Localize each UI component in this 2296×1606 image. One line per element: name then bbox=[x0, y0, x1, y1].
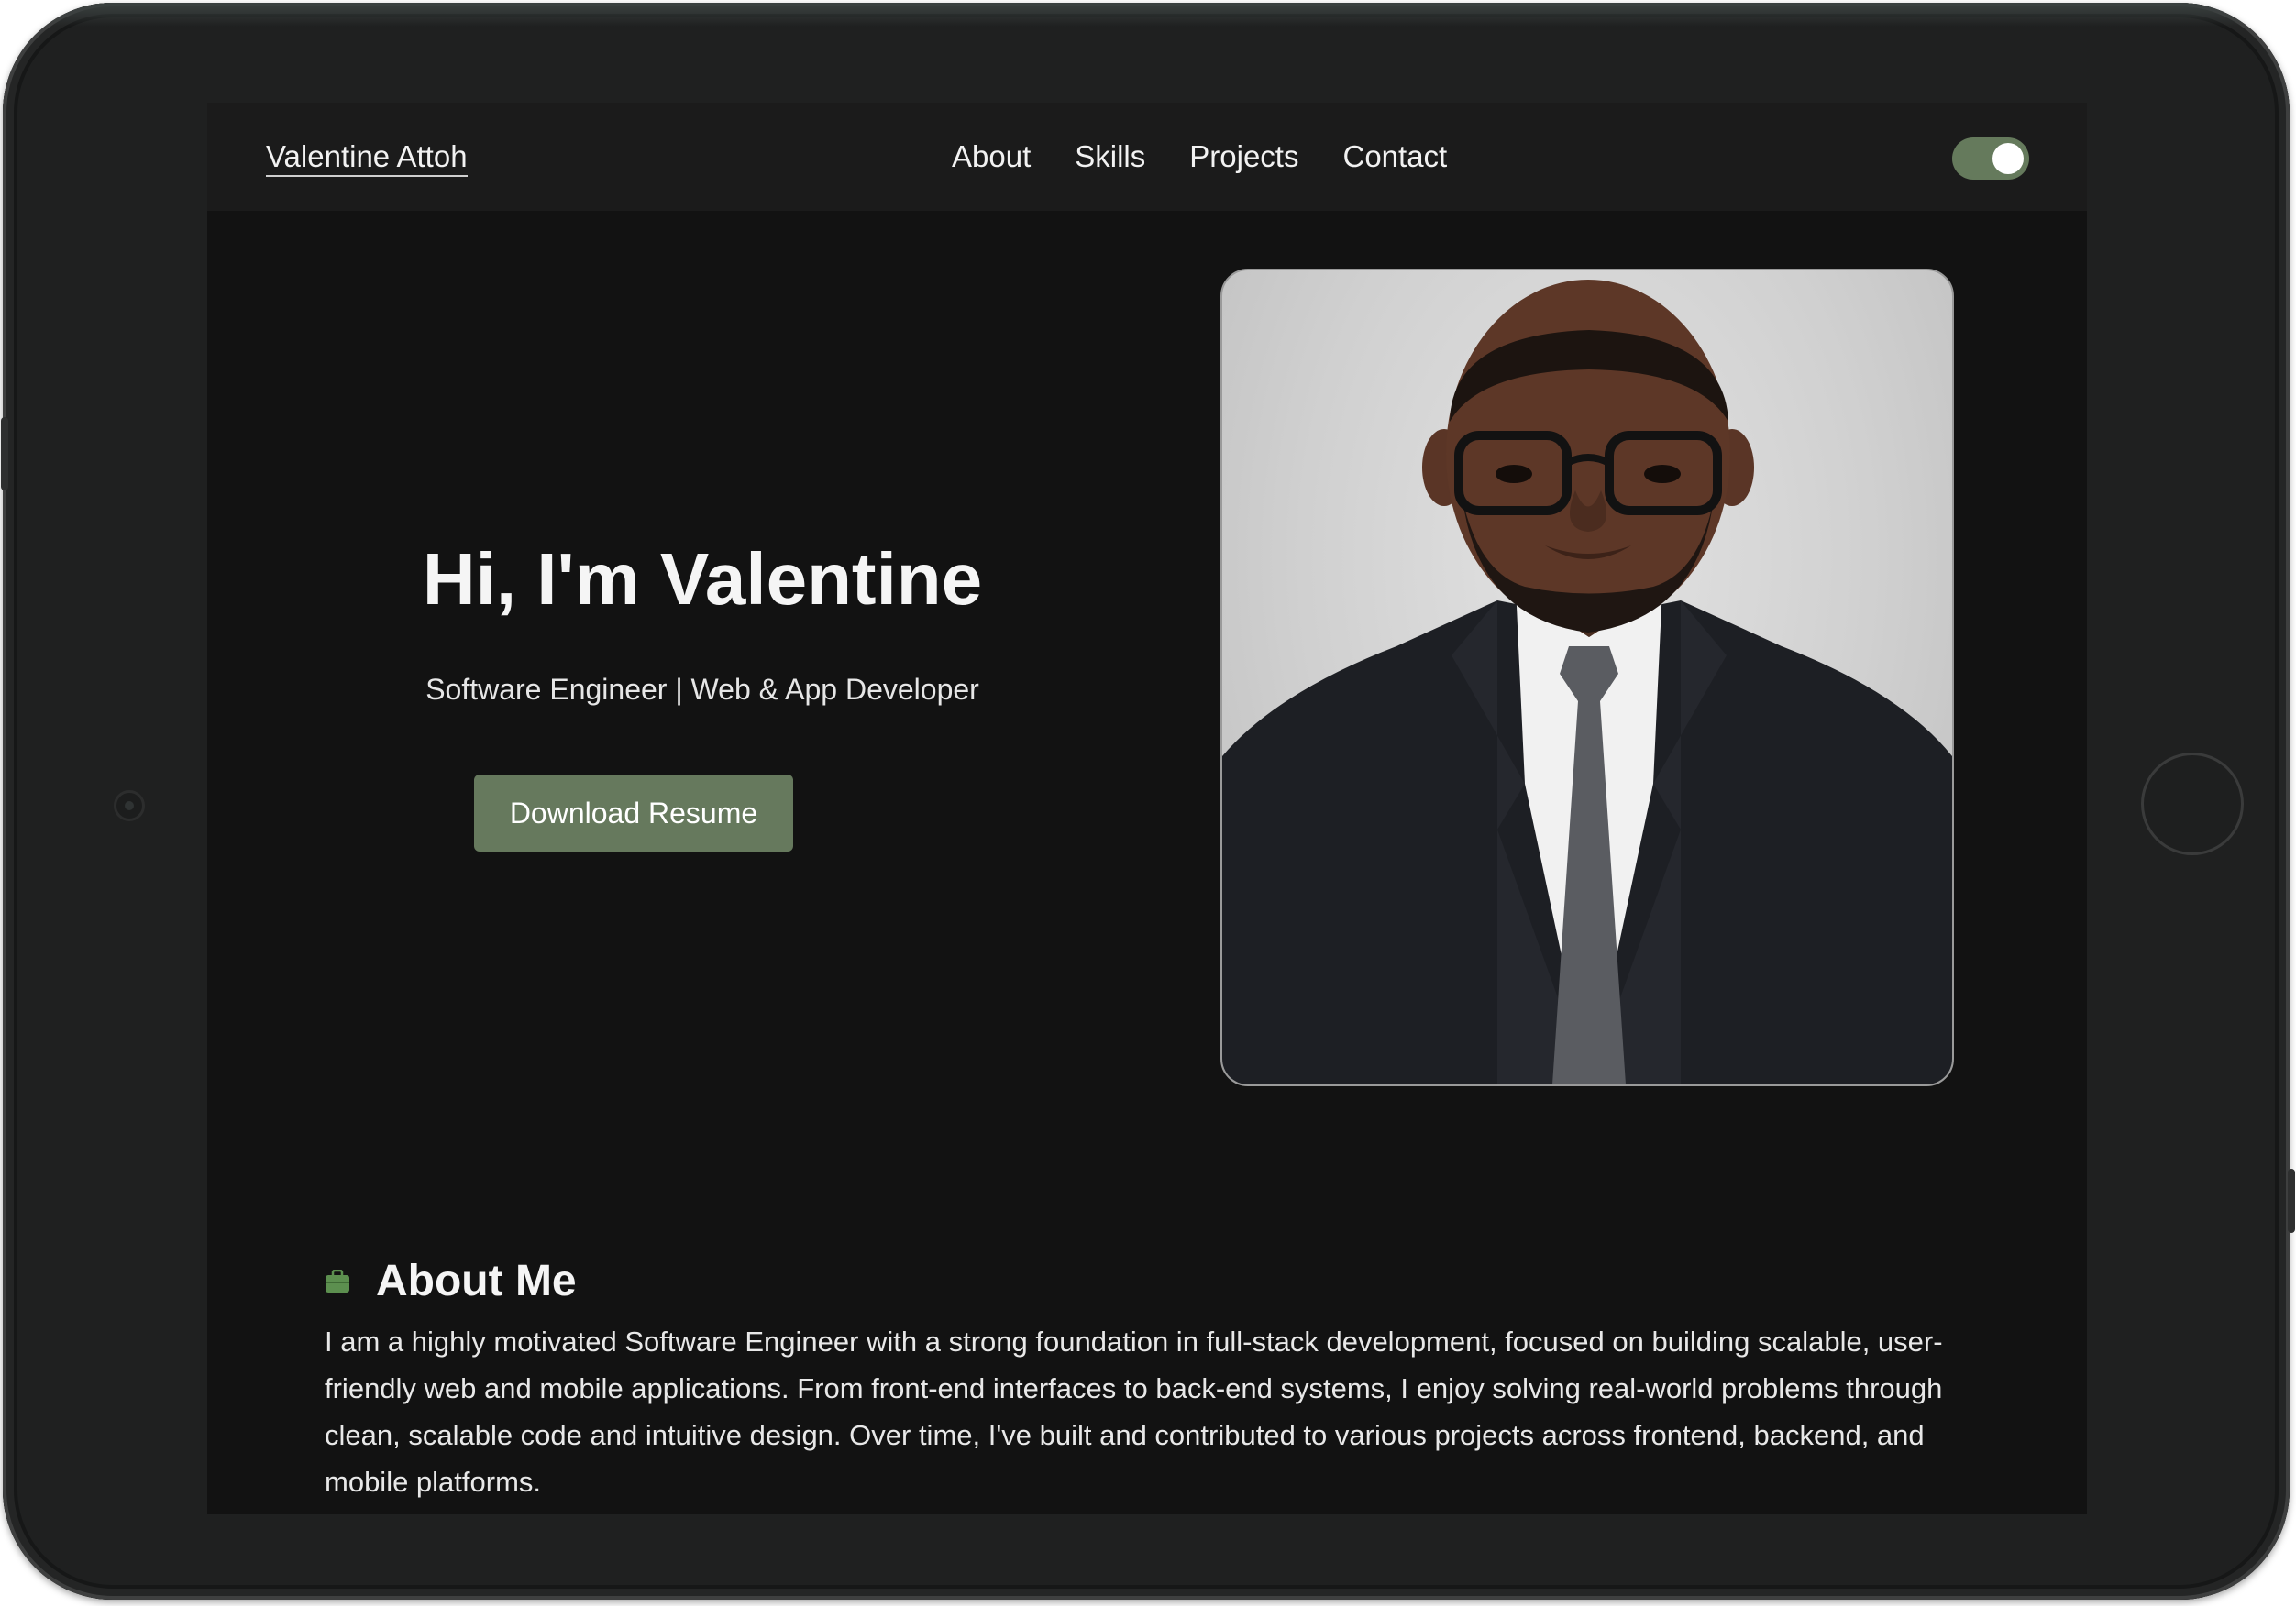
screen: Valentine Attoh About Skills Projects Co… bbox=[207, 103, 2087, 1514]
profile-portrait-illustration bbox=[1222, 280, 1952, 1084]
nav-link-projects[interactable]: Projects bbox=[1189, 141, 1298, 171]
brand-link[interactable]: Valentine Attoh bbox=[266, 141, 468, 177]
tablet-top-edge bbox=[30, 3, 2262, 27]
download-resume-button[interactable]: Download Resume bbox=[474, 775, 793, 852]
about-title: About Me bbox=[376, 1257, 577, 1305]
toggle-knob bbox=[1992, 143, 2024, 174]
tablet-device-frame: Valentine Attoh About Skills Projects Co… bbox=[3, 3, 2290, 1600]
home-button[interactable] bbox=[2141, 753, 2244, 855]
about-text: I am a highly motivated Software Enginee… bbox=[325, 1326, 1943, 1498]
nav-link-skills[interactable]: Skills bbox=[1075, 141, 1145, 171]
volume-button bbox=[1, 417, 8, 490]
nav-link-contact[interactable]: Contact bbox=[1342, 141, 1447, 171]
hero-title: Hi, I'm Valentine bbox=[422, 538, 983, 620]
nav-link-about[interactable]: About bbox=[952, 141, 1031, 171]
about-heading: About Me bbox=[325, 1260, 577, 1304]
front-camera-icon bbox=[114, 790, 145, 821]
profile-photo bbox=[1220, 269, 1954, 1086]
briefcase-icon bbox=[326, 1270, 349, 1292]
theme-toggle[interactable] bbox=[1952, 138, 2029, 180]
navbar: Valentine Attoh About Skills Projects Co… bbox=[207, 103, 2087, 211]
side-button bbox=[2288, 1169, 2295, 1233]
hero-subtitle: Software Engineer | Web & App Developer bbox=[425, 673, 979, 706]
nav-links: About Skills Projects Contact bbox=[952, 141, 1447, 171]
